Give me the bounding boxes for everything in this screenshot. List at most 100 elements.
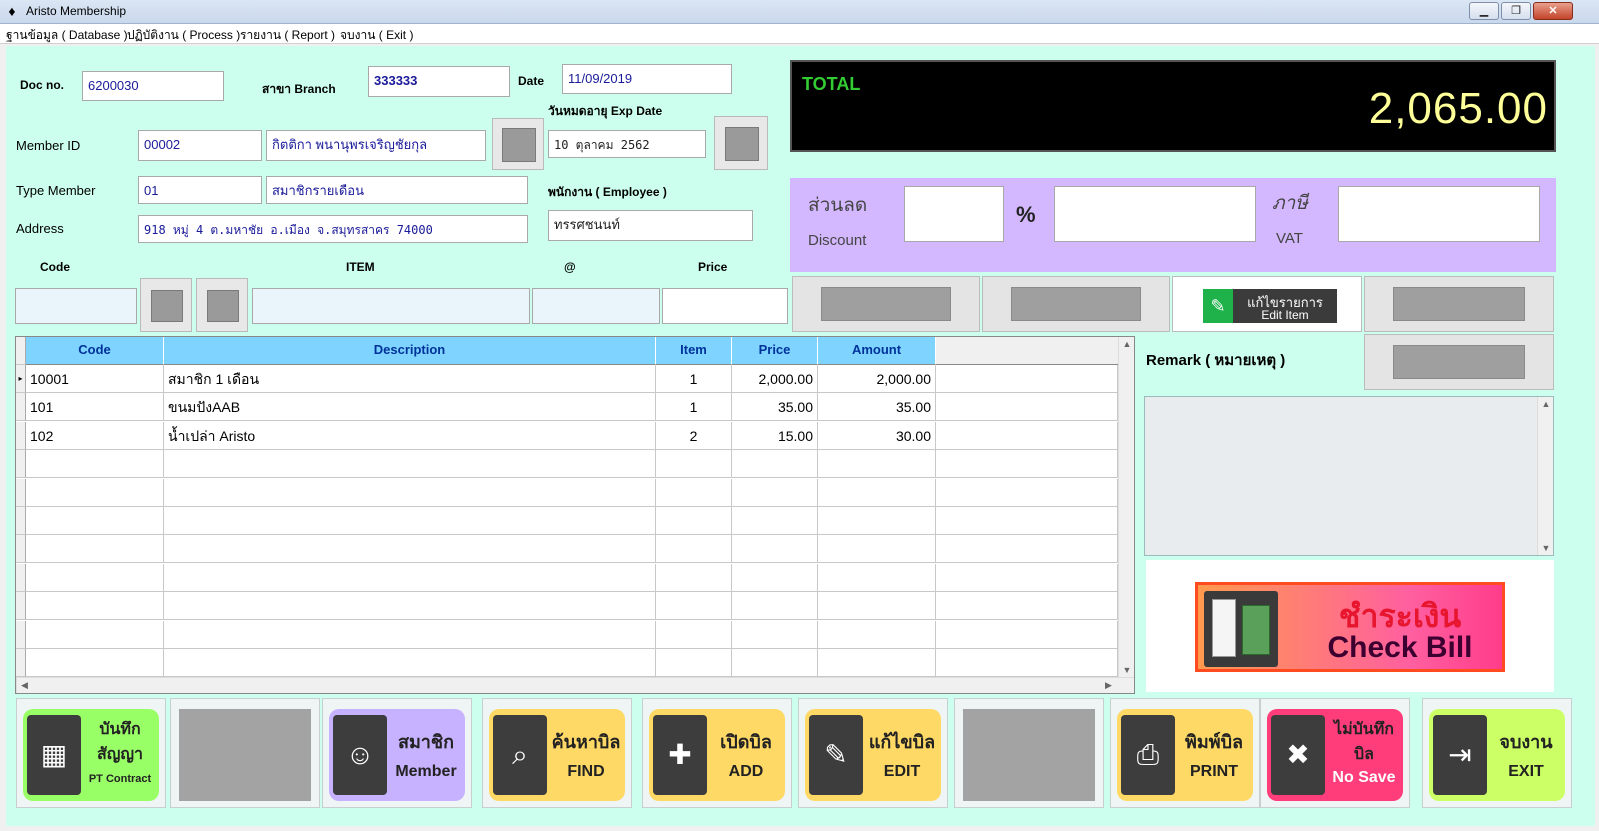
cell-item[interactable]: 1 [656,365,732,393]
col-header-item[interactable]: Item [656,337,732,365]
placeholder-2-button[interactable] [954,698,1104,808]
col-header-description[interactable]: Description [164,337,656,365]
cell-desc[interactable] [164,649,656,677]
cell-code[interactable] [26,621,164,649]
cell-desc[interactable] [164,621,656,649]
cell-filler[interactable] [936,365,1118,393]
cell-filler[interactable] [936,621,1118,649]
row-header[interactable] [16,450,26,478]
edit-item-button[interactable]: ✎ แก้ไขรายการ Edit Item [1172,276,1362,332]
cell-price[interactable] [732,535,818,563]
cell-price[interactable]: 15.00 [732,422,818,450]
grid-scroll-right-icon[interactable]: ▶ [1105,680,1112,691]
cell-code[interactable]: 101 [26,393,164,421]
cell-item[interactable] [656,479,732,507]
cell-code[interactable] [26,592,164,620]
row-header[interactable] [16,507,26,535]
exit-button[interactable]: ⇥ จบงาน EXIT [1422,698,1572,808]
menu-database[interactable]: ฐานข้อมูล ( Database ) [6,26,128,45]
grid-scroll-left-icon[interactable]: ◀ [21,680,28,691]
add-button[interactable]: ✚ เปิดบิล ADD [642,698,792,808]
member-lookup-button[interactable] [492,118,544,170]
grid-scroll-down-icon[interactable]: ▼ [1119,665,1135,675]
cell-amount[interactable] [818,507,936,535]
remark-textarea[interactable]: ▲ ▼ [1144,396,1554,556]
row-header[interactable] [16,393,26,421]
col-header-amount[interactable]: Amount [818,337,936,365]
cell-amount[interactable] [818,649,936,677]
row-header[interactable] [16,479,26,507]
type-code-field[interactable]: 01 [138,176,262,204]
cell-filler[interactable] [936,422,1118,450]
cell-desc[interactable]: น้ำเปล่า Aristo [164,422,656,450]
row-header[interactable] [16,649,26,677]
cell-item[interactable] [656,592,732,620]
placeholder-button-2[interactable] [982,276,1170,332]
exp-date-button[interactable] [714,116,768,170]
cell-filler[interactable] [936,649,1118,677]
close-button[interactable]: ✕ [1533,2,1573,20]
grid-hscroll[interactable]: ◀ ▶ [16,677,1134,693]
discount-amount-field[interactable] [1054,186,1256,242]
cell-price[interactable] [732,450,818,478]
entry-at-field[interactable] [532,288,660,324]
entry-code-field[interactable] [15,288,137,324]
col-header-price[interactable]: Price [732,337,818,365]
col-header-code[interactable]: Code [26,337,164,365]
employee-field[interactable]: ทรรศชนนท์ [548,210,753,241]
entry-item-field[interactable] [252,288,530,324]
cell-item[interactable] [656,564,732,592]
cell-code[interactable] [26,450,164,478]
print-button[interactable]: ⎙ พิมพ์บิล PRINT [1110,698,1260,808]
cell-amount[interactable] [818,621,936,649]
row-header[interactable]: ▸ [16,365,26,393]
cell-filler[interactable] [936,479,1118,507]
cell-amount[interactable] [818,479,936,507]
doc-no-field[interactable]: 6200030 [82,71,224,101]
discount-percent-field[interactable] [904,186,1004,242]
cell-code[interactable]: 10001 [26,365,164,393]
cell-price[interactable]: 2,000.00 [732,365,818,393]
cell-item[interactable]: 1 [656,393,732,421]
check-bill-button[interactable]: ชำระเงิน Check Bill [1195,582,1505,672]
remark-scroll-down-icon[interactable]: ▼ [1538,543,1554,553]
cell-filler[interactable] [936,592,1118,620]
row-header[interactable] [16,422,26,450]
cell-price[interactable] [732,479,818,507]
row-header[interactable] [16,592,26,620]
nosave-button[interactable]: ✖ ไม่บันทึก บิล No Save [1260,698,1410,808]
cell-code[interactable] [26,479,164,507]
cell-filler[interactable] [936,564,1118,592]
cell-desc[interactable] [164,535,656,563]
cell-amount[interactable] [818,450,936,478]
cell-desc[interactable]: ขนมปังAAB [164,393,656,421]
exp-date-field[interactable]: 10 ตุลาคม 2562 [548,130,706,158]
branch-field[interactable]: 333333 [368,66,510,97]
edit-button[interactable]: ✎ แก้ไขบิล EDIT [798,698,948,808]
cell-filler[interactable] [936,393,1118,421]
cell-amount[interactable] [818,564,936,592]
remark-scrollbar[interactable]: ▲ ▼ [1537,397,1553,555]
cell-item[interactable] [656,621,732,649]
type-name-field[interactable]: สมาชิกรายเดือน [266,176,528,204]
cell-item[interactable] [656,507,732,535]
cell-price[interactable] [732,649,818,677]
cell-amount[interactable] [818,592,936,620]
cell-price[interactable] [732,621,818,649]
cell-desc[interactable]: สมาชิก 1 เดือน [164,365,656,393]
cell-item[interactable] [656,450,732,478]
date-field[interactable]: 11/09/2019 [562,64,732,94]
remark-scroll-up-icon[interactable]: ▲ [1538,399,1554,409]
cell-price[interactable]: 35.00 [732,393,818,421]
cell-item[interactable] [656,649,732,677]
find-button[interactable]: ⌕ ค้นหาบิล FIND [482,698,632,808]
menu-exit[interactable]: จบงาน ( Exit ) [340,26,413,45]
menu-process[interactable]: ปฏิบัติงาน ( Process ) [127,26,240,45]
cell-code[interactable]: 102 [26,422,164,450]
cell-filler[interactable] [936,535,1118,563]
member-name-field[interactable]: กิตติกา พนานุพรเจริญชัยกุล [266,130,486,161]
cell-desc[interactable] [164,479,656,507]
cell-price[interactable] [732,592,818,620]
cell-code[interactable] [26,535,164,563]
cell-desc[interactable] [164,564,656,592]
